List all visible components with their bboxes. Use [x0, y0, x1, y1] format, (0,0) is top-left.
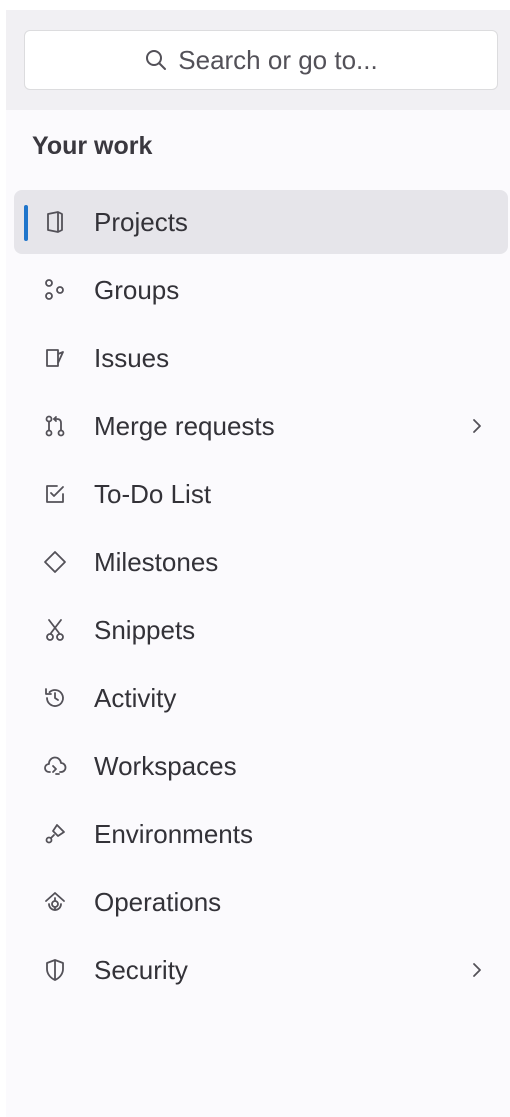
nav-label: Environments [94, 818, 253, 849]
milestone-icon [42, 549, 68, 575]
nav-list: Projects Groups Issues Merge requests To… [14, 190, 508, 1006]
nav-item-todo-list[interactable]: To-Do List [14, 462, 508, 526]
nav-item-merge-requests[interactable]: Merge requests [14, 394, 508, 458]
nav-label: Operations [94, 886, 222, 917]
search-icon [146, 50, 167, 70]
nav-label: Issues [94, 342, 170, 373]
workspace-icon [42, 753, 68, 779]
environment-icon [42, 821, 68, 847]
nav-label: Milestones [94, 546, 219, 577]
shield-icon [42, 957, 68, 983]
project-icon [42, 209, 68, 235]
group-icon [42, 277, 68, 303]
nav-label: Security [94, 954, 188, 985]
nav-item-activity[interactable]: Activity [14, 666, 508, 730]
nav-item-operations[interactable]: Operations [14, 870, 508, 934]
history-icon [42, 685, 68, 711]
nav-item-security[interactable]: Security [14, 938, 508, 1002]
nav-item-projects[interactable]: Projects [14, 190, 508, 254]
section-title: Your work [32, 132, 153, 160]
search-area: Search or go to... [6, 10, 510, 110]
nav-item-groups[interactable]: Groups [14, 258, 508, 322]
todo-icon [42, 481, 68, 507]
issues-icon [42, 345, 68, 371]
active-indicator [24, 205, 28, 241]
nav-label: To-Do List [94, 478, 212, 509]
operations-icon [42, 889, 68, 915]
nav-item-environments[interactable]: Environments [14, 802, 508, 866]
nav-item-snippets[interactable]: Snippets [14, 598, 508, 662]
search-label: Search or go to... [178, 44, 378, 75]
sidebar: Search or go to... Your work Projects Gr… [6, 10, 510, 1117]
nav-label: Projects [94, 206, 188, 237]
nav-label: Snippets [94, 614, 196, 645]
nav-item-milestones[interactable]: Milestones [14, 530, 508, 594]
snippet-icon [42, 617, 68, 643]
nav-item-workspaces[interactable]: Workspaces [14, 734, 508, 798]
chevron-right-icon[interactable] [468, 961, 486, 979]
merge-request-icon [42, 413, 68, 439]
search-button[interactable]: Search or go to... [24, 30, 498, 90]
nav-label: Merge requests [94, 410, 275, 441]
nav-label: Activity [94, 682, 177, 713]
chevron-right-icon[interactable] [468, 417, 486, 435]
nav-label: Groups [94, 274, 180, 305]
nav-item-issues[interactable]: Issues [14, 326, 508, 390]
nav-label: Workspaces [94, 750, 237, 781]
